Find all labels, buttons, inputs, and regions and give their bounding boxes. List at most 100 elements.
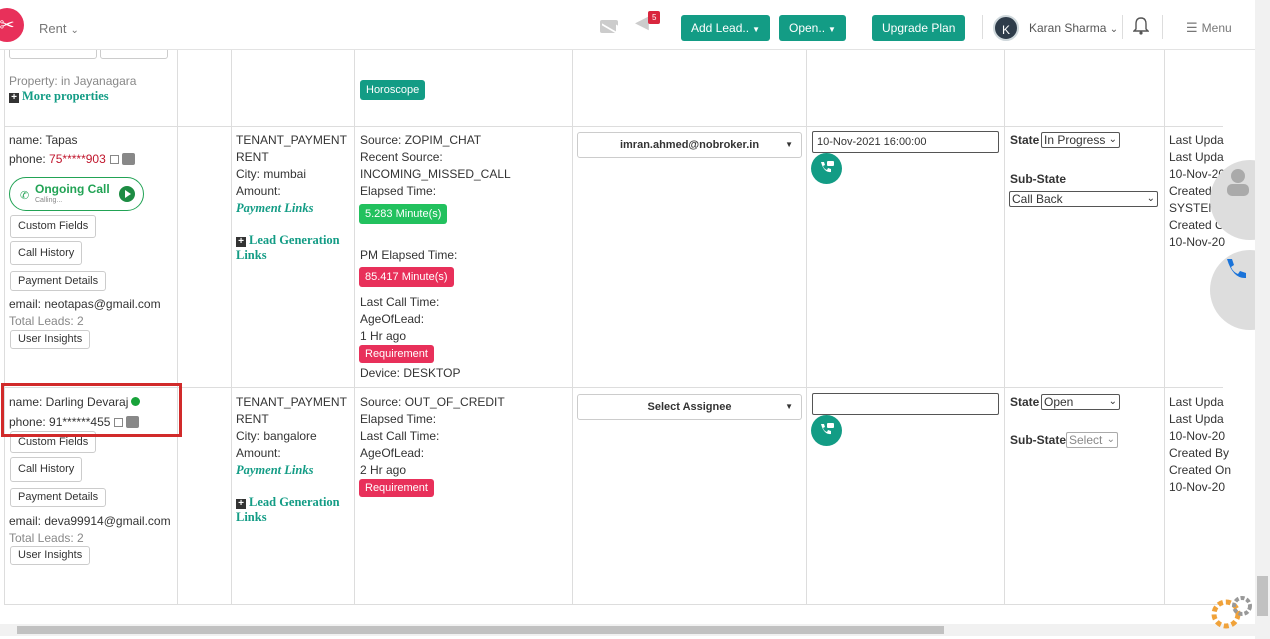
- requirement-badge[interactable]: Requirement: [359, 479, 434, 497]
- recent-source: INCOMING_MISSED_CALL: [360, 167, 511, 181]
- settings-gear-icon[interactable]: [1206, 592, 1256, 632]
- substate-select[interactable]: Call Back ⌄: [1009, 191, 1158, 207]
- call-history-button[interactable]: Call History: [10, 241, 83, 265]
- scrollbar-thumb[interactable]: [17, 626, 944, 634]
- phone-ringing-icon: ✆: [20, 190, 30, 202]
- notifications[interactable]: ◀ 5: [635, 11, 661, 33]
- row-divider: [4, 387, 1223, 388]
- last-updated-label: Last Upda: [1169, 395, 1224, 409]
- lead-generation-link-2[interactable]: Links: [236, 248, 267, 262]
- followup-datetime-input[interactable]: 10-Nov-2021 16:00:00: [812, 131, 999, 153]
- call-button[interactable]: [811, 153, 842, 184]
- last-updated-label: Last Upda: [1169, 412, 1224, 426]
- elapsed-time-label: Elapsed Time:: [360, 184, 437, 198]
- last-updated-label: Last Upda: [1169, 133, 1224, 147]
- source: Source: OUT_OF_CREDIT: [360, 395, 505, 409]
- pm-elapsed-label: PM Elapsed Time:: [360, 248, 458, 262]
- chevron-down-icon: ⌄: [1106, 434, 1115, 445]
- upgrade-plan-button[interactable]: Upgrade Plan: [872, 15, 966, 41]
- table-border-left: [4, 50, 5, 605]
- pm-elapsed-badge: 85.417 Minute(s): [359, 267, 454, 287]
- state-label: State: [1010, 395, 1040, 409]
- phone-icon[interactable]: [121, 153, 135, 165]
- col-divider: [231, 50, 232, 605]
- open-button[interactable]: Open.. ▼: [779, 15, 846, 41]
- caret-down-icon: ▼: [785, 140, 793, 149]
- chevron-down-icon: ⌄: [1108, 396, 1117, 407]
- scrollbar-thumb[interactable]: [1257, 576, 1268, 616]
- mail-icon[interactable]: [600, 20, 618, 33]
- top-navbar: ✂ Rent ⌄ ◀ 5 Add Lead.. ▼ Open.. ▼ Upgrade …: [0, 0, 1255, 50]
- avatar: K: [993, 15, 1019, 41]
- megaphone-icon: ◀: [635, 12, 649, 32]
- age-label: AgeOfLead:: [360, 446, 425, 460]
- horizontal-scrollbar[interactable]: [0, 624, 1255, 636]
- lead-city: City: bangalore: [236, 429, 317, 443]
- col-divider: [177, 50, 178, 605]
- rent-dropdown[interactable]: Rent ⌄: [39, 21, 79, 36]
- lead-email: email: deva99914@gmail.com: [9, 514, 171, 528]
- caret-down-icon: ▼: [752, 25, 760, 34]
- age-value: 2 Hr ago: [360, 463, 407, 477]
- assignee-dropdown[interactable]: Select Assignee ▼: [577, 394, 802, 420]
- row-divider: [4, 126, 1223, 127]
- payment-details-button[interactable]: Payment Details: [10, 271, 107, 291]
- col-divider: [1004, 50, 1005, 605]
- user-insights-button[interactable]: User Insights: [10, 546, 91, 565]
- vertical-scrollbar[interactable]: [1255, 0, 1270, 639]
- hamburger-icon: ☰: [1186, 20, 1198, 35]
- source: Source: ZOPIM_CHAT: [360, 133, 482, 147]
- device: Device: DESKTOP: [360, 366, 461, 380]
- state-select[interactable]: In Progress ⌄: [1041, 132, 1120, 148]
- state-label: State: [1010, 133, 1040, 147]
- chevron-down-icon: ⌄: [1108, 134, 1117, 145]
- age-value: 1 Hr ago: [360, 329, 407, 343]
- external-link-icon[interactable]: [109, 155, 119, 164]
- menu-button[interactable]: ☰ Menu: [1186, 20, 1232, 36]
- last-call-label: Last Call Time:: [360, 295, 440, 309]
- user-silhouette-icon: [1227, 169, 1249, 196]
- lead-type-sub: RENT: [236, 150, 269, 164]
- lead-name: name: Tapas: [9, 133, 78, 147]
- lead-phone: phone: 75*****903: [9, 151, 135, 166]
- lead-generation-link[interactable]: + Lead Generation: [236, 233, 340, 247]
- more-properties-link[interactable]: + More properties: [9, 89, 109, 103]
- substate-label: Sub-State: [1010, 172, 1067, 186]
- calling-label: Calling...: [35, 197, 63, 204]
- payment-links[interactable]: Payment Links: [236, 201, 313, 215]
- brand-logo[interactable]: ✂: [0, 8, 24, 42]
- call-button[interactable]: [811, 415, 842, 446]
- state-select[interactable]: Open ⌄: [1041, 394, 1120, 410]
- divider: [1122, 15, 1123, 39]
- followup-datetime-input[interactable]: [812, 393, 999, 415]
- last-updated-date: 10-Nov-20: [1169, 429, 1226, 443]
- bell-icon[interactable]: [1133, 17, 1149, 35]
- lead-email: email: neotapas@gmail.com: [9, 297, 161, 311]
- play-icon[interactable]: [119, 186, 135, 202]
- phone-chat-icon: [821, 161, 834, 173]
- user-insights-button[interactable]: User Insights: [10, 330, 91, 349]
- custom-fields-button[interactable]: Custom Fields: [10, 215, 97, 238]
- last-updated-label: Last Upda: [1169, 150, 1224, 164]
- chevron-down-icon: ⌄: [70, 25, 79, 36]
- created-on-date: 10-Nov-20: [1169, 480, 1226, 494]
- ongoing-call-button[interactable]: ✆ Ongoing Call Calling...: [9, 177, 144, 211]
- lead-generation-link-2[interactable]: Links: [236, 510, 267, 524]
- payment-links[interactable]: Payment Links: [236, 463, 313, 477]
- assignee-dropdown[interactable]: imran.ahmed@nobroker.in ▼: [577, 132, 802, 158]
- call-history-button[interactable]: Call History: [10, 457, 83, 482]
- col-divider: [572, 50, 573, 605]
- plus-icon: +: [236, 237, 246, 247]
- col-divider: [354, 50, 355, 605]
- created-by-label: Created By: [1169, 446, 1230, 460]
- plus-icon: +: [9, 93, 19, 103]
- row-divider: [4, 604, 1223, 605]
- horoscope-button[interactable]: Horoscope: [360, 80, 426, 100]
- substate-select[interactable]: Select ⌄: [1066, 432, 1118, 448]
- add-lead-button[interactable]: Add Lead.. ▼: [681, 15, 770, 41]
- payment-details-button[interactable]: Payment Details: [10, 488, 107, 507]
- caret-down-icon: ▼: [828, 25, 836, 34]
- created-on-label: Created On: [1169, 463, 1232, 477]
- requirement-badge[interactable]: Requirement: [359, 345, 434, 363]
- lead-generation-link[interactable]: + Lead Generation: [236, 495, 340, 509]
